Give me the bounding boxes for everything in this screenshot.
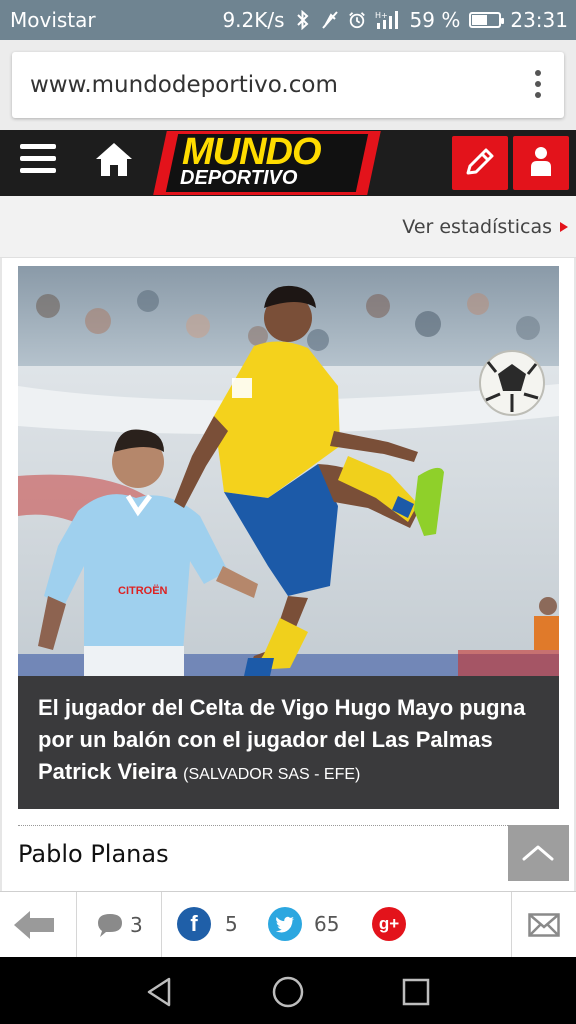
back-arrow-icon[interactable]: [12, 908, 56, 942]
share-divider: [511, 892, 512, 958]
google-plus-share-button[interactable]: g+: [372, 907, 406, 941]
nav-home-icon[interactable]: [271, 975, 305, 1009]
network-type-label: H+: [375, 11, 388, 20]
article-author[interactable]: Pablo Planas: [18, 840, 169, 868]
shirt-sponsor: CITROËN: [118, 584, 168, 597]
carrier-name: Movistar: [10, 8, 96, 32]
site-logo[interactable]: MUNDO DEPORTIVO: [153, 131, 381, 195]
football-ball: [479, 350, 545, 416]
battery-icon: [469, 12, 505, 28]
address-bar[interactable]: www.mundodeportivo.com: [12, 52, 564, 118]
battery-level: [472, 15, 488, 25]
photo-caption: El jugador del Celta de Vigo Hugo Mayo p…: [18, 676, 559, 809]
arrow-right-icon: [560, 222, 568, 232]
browser-menu-icon[interactable]: [534, 70, 542, 100]
chevron-up-icon: [522, 845, 554, 861]
mail-icon[interactable]: [528, 913, 560, 937]
home-icon[interactable]: [94, 140, 134, 180]
share-divider: [161, 892, 162, 958]
user-account-button[interactable]: [513, 136, 569, 190]
nav-back-icon[interactable]: [143, 975, 177, 1009]
logo-line-1: MUNDO: [182, 131, 322, 173]
article-body: CITROËN El jugador del Celta de Vigo Hug…: [0, 258, 576, 891]
status-icons: 9.2K/s H+ 59 % 23:31: [222, 8, 568, 32]
comments-count: 3: [130, 913, 143, 937]
android-nav-bar: [0, 957, 576, 1024]
pencil-icon: [466, 148, 494, 175]
url-text[interactable]: www.mundodeportivo.com: [30, 72, 338, 98]
edit-button[interactable]: [452, 136, 508, 190]
comment-bubble-icon: [98, 914, 122, 937]
caption-text: El jugador del Celta de Vigo Hugo Mayo p…: [38, 692, 541, 791]
facebook-icon: f: [177, 907, 211, 941]
twitter-icon: [268, 907, 302, 941]
twitter-share-button[interactable]: 65: [268, 907, 339, 941]
browser-toolbar: www.mundodeportivo.com: [0, 40, 576, 130]
comments-button[interactable]: 3: [96, 910, 143, 940]
bluetooth-icon: [296, 10, 309, 30]
network-speed: 9.2K/s: [222, 8, 285, 32]
user-icon: [531, 147, 551, 176]
share-bar: 3 f 5 65 g+: [0, 891, 576, 958]
clock: 23:31: [510, 8, 568, 32]
status-bar: Movistar 9.2K/s H+ 59 % 23:31: [0, 0, 576, 40]
google-plus-icon: g+: [372, 907, 406, 941]
logo-line-2: DEPORTIVO: [180, 167, 298, 189]
vibrate-off-icon: [321, 11, 338, 29]
photo-credit: (SALVADOR SAS - EFE): [183, 766, 361, 783]
site-header: MUNDO DEPORTIVO: [0, 130, 576, 196]
battery-percent: 59 %: [409, 8, 461, 32]
twitter-count: 65: [314, 912, 340, 936]
share-divider: [76, 892, 77, 958]
nav-recents-icon[interactable]: [399, 975, 433, 1009]
facebook-count: 5: [225, 912, 238, 936]
hamburger-menu-icon[interactable]: [20, 144, 60, 180]
alarm-icon: [348, 12, 365, 29]
scroll-to-top-button[interactable]: [508, 825, 569, 881]
stats-link[interactable]: Ver estadísticas: [402, 216, 552, 238]
article-photo[interactable]: CITROËN: [18, 266, 559, 676]
signal-icon: H+: [375, 11, 398, 29]
football-match-illustration: CITROËN: [18, 266, 559, 676]
stats-row: Ver estadísticas: [0, 196, 576, 258]
facebook-share-button[interactable]: f 5: [177, 907, 238, 941]
divider: [18, 825, 508, 826]
